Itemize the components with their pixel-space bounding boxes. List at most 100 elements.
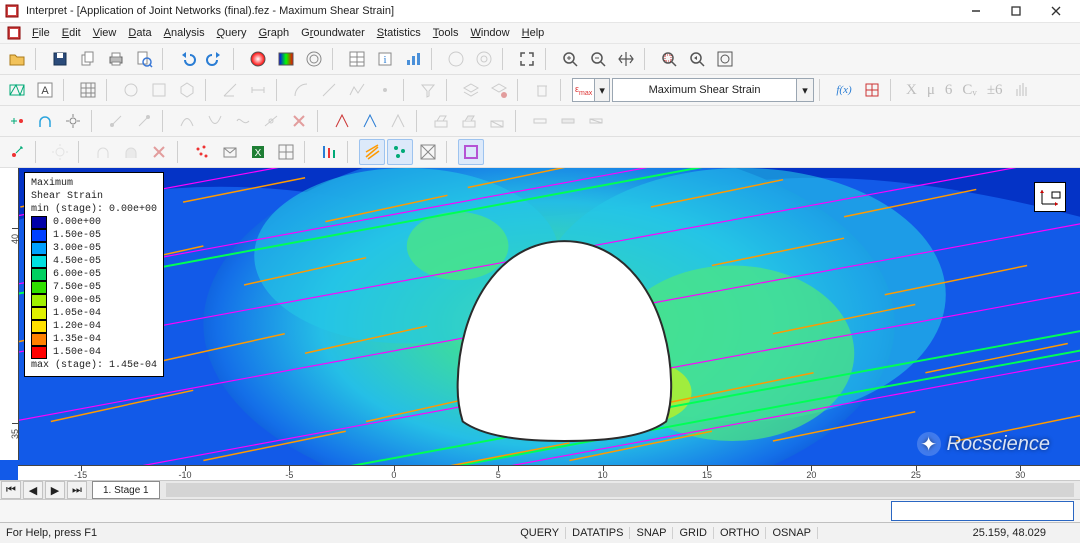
grid-toggle-button[interactable] xyxy=(273,139,299,165)
status-ortho[interactable]: ORTHO xyxy=(714,527,767,539)
gradient-button[interactable] xyxy=(273,46,299,72)
add-query-button[interactable] xyxy=(4,139,30,165)
layer-remove-button[interactable] xyxy=(486,77,512,103)
menu-window[interactable]: Window xyxy=(464,25,515,41)
show-yielded-button[interactable] xyxy=(387,139,413,165)
shape-circle-button[interactable] xyxy=(118,77,144,103)
status-osnap[interactable]: OSNAP xyxy=(766,527,818,539)
sigma3-button[interactable] xyxy=(471,46,497,72)
mesh-quality-button[interactable] xyxy=(4,77,30,103)
stage-tab[interactable]: 1. Stage 1 xyxy=(92,481,160,499)
histogram-button[interactable] xyxy=(1009,77,1035,103)
plot-viewport[interactable]: 40 35 -15-10-5051015202530 Maximum Shear… xyxy=(0,168,1080,480)
table-button[interactable] xyxy=(344,46,370,72)
envelope-button[interactable] xyxy=(217,139,243,165)
menu-file[interactable]: File xyxy=(26,25,56,41)
result-type-arrow[interactable]: ▾ xyxy=(594,79,609,101)
zoom-out-button[interactable] xyxy=(585,46,611,72)
zoom-previous-button[interactable] xyxy=(684,46,710,72)
draw-line-button[interactable] xyxy=(316,77,342,103)
close-button[interactable] xyxy=(1036,0,1076,22)
menu-groundwater[interactable]: Groundwater xyxy=(295,25,371,41)
beam-2-button[interactable] xyxy=(555,108,581,134)
result-combo[interactable]: Maximum Shear Strain ▾ xyxy=(612,78,814,102)
shape-square-button[interactable] xyxy=(146,77,172,103)
undo-button[interactable] xyxy=(174,46,200,72)
text-button[interactable]: A xyxy=(32,77,58,103)
scatter-r-button[interactable] xyxy=(189,139,215,165)
print-preview-button[interactable] xyxy=(131,46,157,72)
tool-angle-button[interactable] xyxy=(217,77,243,103)
contour-options-button[interactable] xyxy=(301,46,327,72)
extrude-3-button[interactable] xyxy=(484,108,510,134)
tab-last-button[interactable]: ⏭ xyxy=(67,481,87,499)
fx-button[interactable]: f(x) xyxy=(831,77,857,103)
curve-3-button[interactable] xyxy=(230,108,256,134)
vector-r-button[interactable] xyxy=(329,108,355,134)
zoom-extents-button[interactable] xyxy=(514,46,540,72)
open-button[interactable] xyxy=(4,46,30,72)
menu-help[interactable]: Help xyxy=(516,25,551,41)
pan-button[interactable] xyxy=(613,46,639,72)
delete-tool-button[interactable] xyxy=(286,108,312,134)
status-datatips[interactable]: DATATIPS xyxy=(566,527,630,539)
menu-view[interactable]: View xyxy=(87,25,123,41)
extrude-2-button[interactable] xyxy=(456,108,482,134)
save-button[interactable] xyxy=(47,46,73,72)
menu-statistics[interactable]: Statistics xyxy=(371,25,427,41)
show-boundary-button[interactable] xyxy=(458,139,484,165)
extrude-1-button[interactable] xyxy=(428,108,454,134)
maximize-button[interactable] xyxy=(996,0,1036,22)
probe-1-button[interactable] xyxy=(103,108,129,134)
tool-distance-button[interactable] xyxy=(245,77,271,103)
menu-tools[interactable]: Tools xyxy=(427,25,465,41)
tab-prev-button[interactable]: ◀ xyxy=(23,481,43,499)
tunnel-icon[interactable] xyxy=(32,108,58,134)
vector-b-button[interactable] xyxy=(357,108,383,134)
curve-2-button[interactable] xyxy=(202,108,228,134)
tab-first-button[interactable]: ⏮ xyxy=(1,481,21,499)
print-button[interactable] xyxy=(103,46,129,72)
beam-1-button[interactable] xyxy=(527,108,553,134)
info-button[interactable]: i xyxy=(372,46,398,72)
menu-graph[interactable]: Graph xyxy=(253,25,296,41)
grid-display-button[interactable] xyxy=(75,77,101,103)
menu-data[interactable]: Data xyxy=(122,25,157,41)
command-input[interactable] xyxy=(891,501,1074,521)
delete-button[interactable] xyxy=(529,77,555,103)
curve-1-button[interactable] xyxy=(174,108,200,134)
color-wheel-button[interactable] xyxy=(245,46,271,72)
status-snap[interactable]: SNAP xyxy=(630,527,673,539)
sigma1-button[interactable] xyxy=(443,46,469,72)
zoom-window-button[interactable] xyxy=(656,46,682,72)
menu-edit[interactable]: Edit xyxy=(56,25,87,41)
layer-button[interactable] xyxy=(458,77,484,103)
tunnel2-button[interactable] xyxy=(90,139,116,165)
minimize-button[interactable] xyxy=(956,0,996,22)
settings-icon[interactable] xyxy=(60,108,86,134)
light-button[interactable] xyxy=(47,139,73,165)
status-grid[interactable]: GRID xyxy=(673,527,714,539)
clear-button[interactable] xyxy=(146,139,172,165)
tab-next-button[interactable]: ▶ xyxy=(45,481,65,499)
beam-3-button[interactable] xyxy=(583,108,609,134)
copy-button[interactable] xyxy=(75,46,101,72)
show-mesh-button[interactable] xyxy=(415,139,441,165)
menu-query[interactable]: Query xyxy=(211,25,253,41)
zoom-in-button[interactable] xyxy=(557,46,583,72)
draw-polyline-button[interactable] xyxy=(344,77,370,103)
curve-4-button[interactable] xyxy=(258,108,284,134)
horizontal-scrollbar[interactable] xyxy=(166,483,1074,497)
filter-button[interactable] xyxy=(415,77,441,103)
combo-arrow-icon[interactable]: ▾ xyxy=(796,79,813,101)
redo-button[interactable] xyxy=(202,46,228,72)
bars-button[interactable] xyxy=(316,139,342,165)
draw-marker-button[interactable] xyxy=(372,77,398,103)
result-type-combo[interactable]: εmax ▾ xyxy=(572,78,610,102)
tunnel3-button[interactable] xyxy=(118,139,144,165)
excel-button[interactable]: X xyxy=(245,139,271,165)
menu-analysis[interactable]: Analysis xyxy=(158,25,211,41)
grid-selection-button[interactable] xyxy=(859,77,885,103)
draw-arc-button[interactable] xyxy=(288,77,314,103)
probe-2-button[interactable] xyxy=(131,108,157,134)
